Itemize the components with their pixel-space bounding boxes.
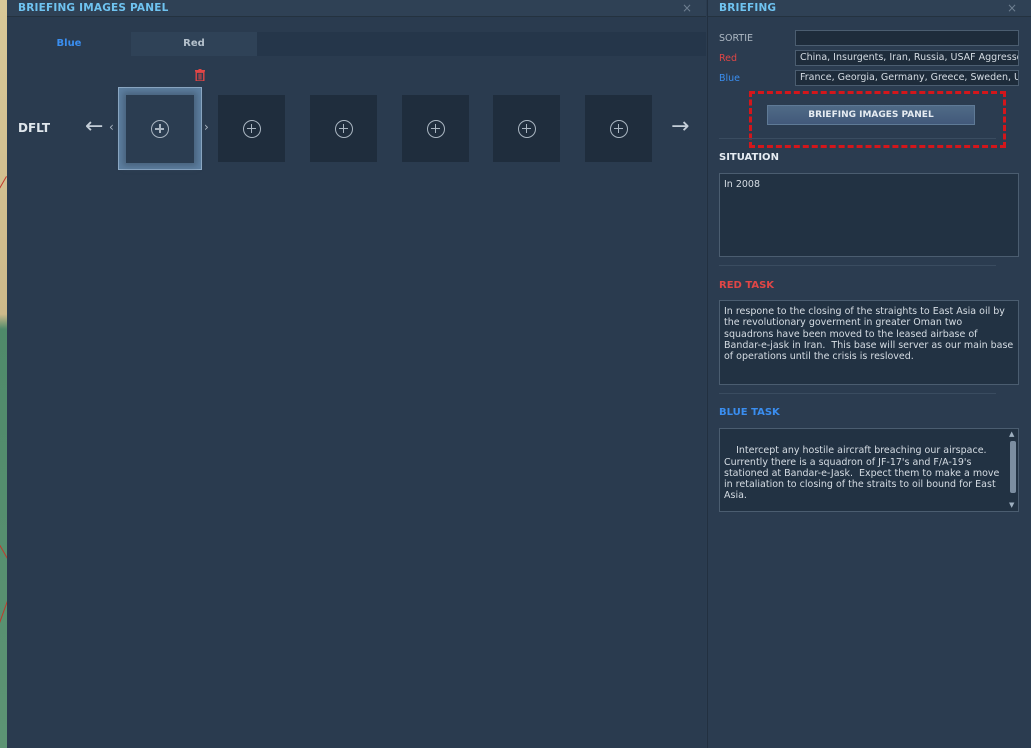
coalition-tabs: Blue Red — [7, 32, 706, 56]
add-image-icon — [609, 119, 628, 138]
panel-header: BRIEFING × — [708, 0, 1031, 17]
add-image-icon — [426, 119, 445, 138]
blue-coalition-label: Blue — [719, 73, 741, 84]
blue-task-textarea[interactable]: Intercept any hostile aircraft breaching… — [719, 428, 1019, 512]
map-border-line — [0, 176, 7, 194]
chevron-right-icon[interactable]: › — [204, 120, 209, 134]
image-slot-selected[interactable] — [118, 87, 202, 170]
tab-red[interactable]: Red — [131, 32, 257, 56]
scroll-up-icon[interactable]: ▲ — [1009, 431, 1016, 438]
arrow-right-icon[interactable]: → — [671, 116, 689, 138]
chevron-left-icon[interactable]: ‹ — [109, 120, 114, 134]
scroll-thumb[interactable] — [1010, 441, 1016, 493]
tab-blue[interactable]: Blue — [7, 32, 131, 56]
image-slot[interactable] — [493, 95, 560, 162]
blue-coalition-field[interactable]: France, Georgia, Germany, Greece, Sweden… — [795, 70, 1019, 86]
add-image-icon — [151, 120, 169, 138]
row-label: DFLT — [18, 121, 51, 135]
panel-title: BRIEFING IMAGES PANEL — [18, 2, 169, 14]
divider — [719, 138, 996, 139]
blue-task-text: Intercept any hostile aircraft breaching… — [724, 445, 1000, 502]
red-task-title: RED TASK — [719, 280, 775, 291]
image-slot[interactable] — [585, 95, 652, 162]
image-slot[interactable] — [402, 95, 469, 162]
image-slot[interactable] — [310, 95, 377, 162]
trash-icon[interactable] — [195, 69, 205, 81]
panel-title: BRIEFING — [719, 2, 777, 14]
blue-task-title: BLUE TASK — [719, 407, 780, 418]
briefing-panel: BRIEFING × SORTIE Red China, Insurgents,… — [707, 0, 1031, 748]
scrollbar[interactable]: ▲ ▼ — [1009, 431, 1016, 509]
situation-title: SITUATION — [719, 152, 779, 163]
image-slot-inner — [126, 95, 194, 163]
red-task-textarea[interactable]: In respone to the closing of the straigh… — [719, 300, 1019, 385]
highlight-box — [749, 91, 1006, 148]
red-coalition-label: Red — [719, 53, 738, 64]
close-icon[interactable]: × — [1007, 1, 1017, 15]
panel-header: BRIEFING IMAGES PANEL × — [7, 0, 706, 17]
situation-textarea[interactable]: In 2008 — [719, 173, 1019, 257]
map-background — [0, 0, 9, 748]
scroll-down-icon[interactable]: ▼ — [1009, 502, 1016, 509]
divider — [719, 265, 996, 266]
red-coalition-field[interactable]: China, Insurgents, Iran, Russia, USAF Ag… — [795, 50, 1019, 66]
briefing-images-panel: BRIEFING IMAGES PANEL × Blue Red DFLT ← … — [7, 0, 706, 748]
sortie-label: SORTIE — [719, 33, 754, 44]
image-slot[interactable] — [218, 95, 285, 162]
add-image-icon — [517, 119, 536, 138]
add-image-icon — [242, 119, 261, 138]
arrow-left-icon[interactable]: ← — [85, 116, 103, 138]
add-image-icon — [334, 119, 353, 138]
sortie-field[interactable] — [795, 30, 1019, 46]
divider — [719, 393, 996, 394]
close-icon[interactable]: × — [682, 1, 692, 15]
